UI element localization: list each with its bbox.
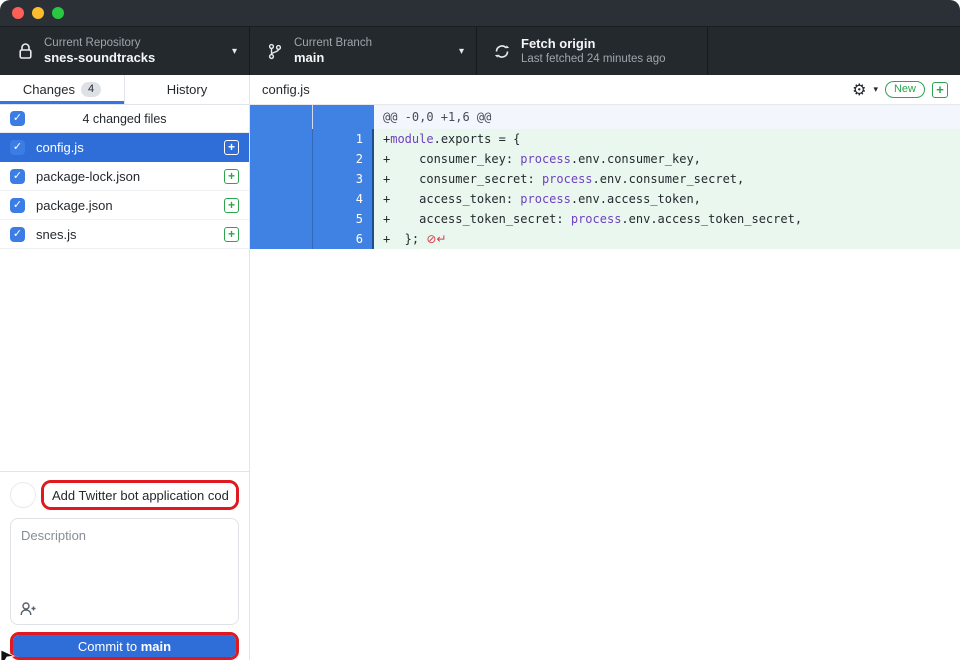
file-row-package-json[interactable]: ✓ package.json +: [0, 191, 249, 220]
current-repository-dropdown[interactable]: Current Repository snes-soundtracks ▾: [0, 27, 250, 75]
changes-count-badge: 4: [81, 82, 101, 97]
diff-line-content: + }; ⊘↵: [374, 229, 960, 249]
diff-line-content: + consumer_key: process.env.consumer_key…: [374, 149, 960, 169]
sidebar: Changes 4 History ✓ 4 changed files ✓ co…: [0, 75, 250, 660]
gutter-old[interactable]: [250, 209, 312, 229]
file-name: package-lock.json: [36, 169, 224, 184]
fetch-origin-button[interactable]: Fetch origin Last fetched 24 minutes ago: [477, 27, 708, 75]
close-icon[interactable]: [12, 7, 24, 19]
git-branch-icon: [264, 43, 286, 60]
added-file-icon: +: [224, 169, 239, 184]
gutter-new-line-number[interactable]: 3: [312, 169, 374, 189]
added-file-icon: +: [224, 198, 239, 213]
tab-history-label: History: [167, 82, 207, 97]
mouse-cursor-icon: [0, 646, 16, 660]
gutter-new-line-number[interactable]: 1: [312, 129, 374, 149]
app-window: Current Repository snes-soundtracks ▾ Cu…: [0, 0, 960, 660]
chevron-down-icon[interactable]: ▾: [873, 84, 878, 95]
titlebar: [0, 0, 960, 26]
zoom-icon[interactable]: [52, 7, 64, 19]
diff-file-name: config.js: [262, 82, 852, 97]
commit-button[interactable]: Commit to main: [13, 635, 236, 657]
diff-line-6[interactable]: 6 + }; ⊘↵: [250, 229, 960, 249]
commit-button-highlight-annotation: Commit to main: [10, 632, 239, 660]
sync-icon: [491, 43, 513, 60]
diff-line-content: +module.exports = {: [374, 129, 960, 149]
summary-highlight-annotation: [41, 480, 239, 510]
added-file-icon: +: [224, 140, 239, 155]
current-branch-dropdown[interactable]: Current Branch main ▾: [250, 27, 477, 75]
gutter-old[interactable]: [250, 129, 312, 149]
gutter-old[interactable]: [250, 169, 312, 189]
lock-icon: [14, 43, 36, 60]
file-row-config-js[interactable]: ✓ config.js +: [0, 133, 249, 162]
hunk-header-row: @@ -0,0 +1,6 @@: [250, 105, 960, 129]
commit-description-box: [10, 518, 239, 625]
file-name: package.json: [36, 198, 224, 213]
fetch-label: Fetch origin: [521, 36, 666, 52]
gear-icon[interactable]: ⚙: [852, 82, 866, 98]
commit-form: Commit to main: [0, 471, 249, 660]
file-name: config.js: [36, 140, 224, 155]
chevron-down-icon: ▾: [451, 46, 464, 57]
no-newline-icon: ⊘↵: [426, 232, 446, 246]
minimize-icon[interactable]: [32, 7, 44, 19]
diff-file-header: config.js ⚙ ▾ New +: [250, 75, 960, 105]
diff-line-content: + access_token_secret: process.env.acces…: [374, 209, 960, 229]
diff-line-2[interactable]: 2 + consumer_key: process.env.consumer_k…: [250, 149, 960, 169]
chevron-down-icon: ▾: [224, 46, 237, 57]
gutter-new-line-number[interactable]: 6: [312, 229, 374, 249]
gutter-old[interactable]: [250, 229, 312, 249]
commit-description-input[interactable]: [11, 519, 238, 599]
avatar: [10, 482, 36, 508]
toolbar-empty-area: [708, 27, 960, 75]
diff-view: @@ -0,0 +1,6 @@ 1 +module.exports = { 2 …: [250, 105, 960, 249]
file-name: snes.js: [36, 227, 224, 242]
toolbar: Current Repository snes-soundtracks ▾ Cu…: [0, 26, 960, 75]
changed-files-header: ✓ 4 changed files: [0, 105, 249, 133]
diff-line-content: + access_token: process.env.access_token…: [374, 189, 960, 209]
diff-line-1[interactable]: 1 +module.exports = {: [250, 129, 960, 149]
diff-line-5[interactable]: 5 + access_token_secret: process.env.acc…: [250, 209, 960, 229]
hunk-gutter-old: [250, 105, 312, 129]
gutter-new-line-number[interactable]: 2: [312, 149, 374, 169]
gutter-old[interactable]: [250, 189, 312, 209]
gutter-new-line-number[interactable]: 5: [312, 209, 374, 229]
diff-line-3[interactable]: 3 + consumer_secret: process.env.consume…: [250, 169, 960, 189]
add-coauthor-icon[interactable]: [20, 601, 37, 616]
main-panel: config.js ⚙ ▾ New + @@ -0,0 +1,6 @@ 1: [250, 75, 960, 660]
sidebar-empty-area: [0, 249, 249, 471]
commit-summary-input[interactable]: [44, 483, 236, 507]
diff-line-4[interactable]: 4 + access_token: process.env.access_tok…: [250, 189, 960, 209]
tab-changes-label: Changes: [23, 82, 75, 97]
tab-changes[interactable]: Changes 4: [0, 75, 124, 104]
fetch-sublabel: Last fetched 24 minutes ago: [521, 52, 666, 66]
tab-history[interactable]: History: [124, 75, 249, 104]
traffic-lights: [12, 7, 64, 19]
plus-square-icon[interactable]: +: [932, 82, 948, 98]
hunk-header-text: @@ -0,0 +1,6 @@: [374, 105, 960, 129]
file-row-package-lock-json[interactable]: ✓ package-lock.json +: [0, 162, 249, 191]
hunk-gutter-new: [312, 105, 374, 129]
branch-label: Current Branch: [294, 36, 372, 50]
added-file-icon: +: [224, 227, 239, 242]
branch-name: main: [294, 50, 372, 66]
repository-label: Current Repository: [44, 36, 155, 50]
file-checkbox[interactable]: ✓: [10, 169, 25, 184]
file-row-snes-js[interactable]: ✓ snes.js +: [0, 220, 249, 249]
file-checkbox[interactable]: ✓: [10, 140, 25, 155]
new-badge[interactable]: New: [885, 81, 925, 98]
changed-files-count: 4 changed files: [0, 112, 249, 126]
gutter-old[interactable]: [250, 149, 312, 169]
gutter-new-line-number[interactable]: 4: [312, 189, 374, 209]
file-checkbox[interactable]: ✓: [10, 227, 25, 242]
file-checkbox[interactable]: ✓: [10, 198, 25, 213]
repository-name: snes-soundtracks: [44, 50, 155, 66]
sidebar-tabs: Changes 4 History: [0, 75, 249, 105]
diff-line-content: + consumer_secret: process.env.consumer_…: [374, 169, 960, 189]
